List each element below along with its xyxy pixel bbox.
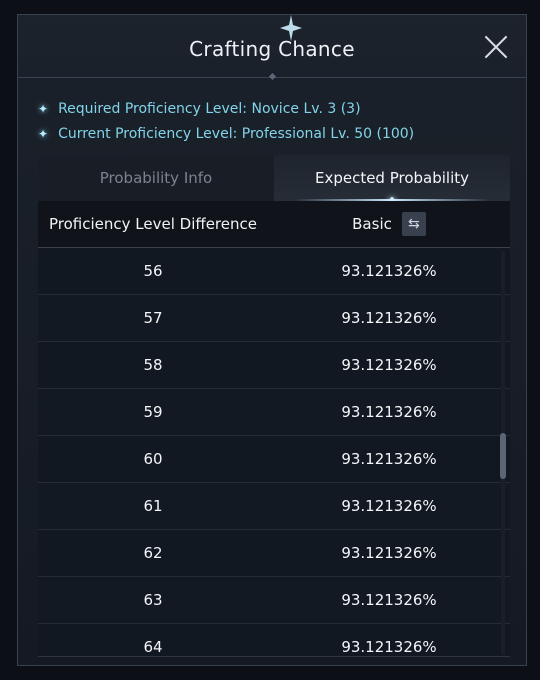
level-difference-cell: 57 (143, 309, 163, 327)
required-proficiency-line: ✦ Required Proficiency Level: Novice Lv.… (38, 101, 361, 117)
probability-cell: 93.121326% (341, 450, 437, 468)
tab-bar: Probability Info Expected Probability (38, 155, 510, 206)
table-header: Proficiency Level Difference Basic ⇆ (38, 201, 510, 248)
table-row: 59 93.121326% (38, 389, 510, 436)
column-header-basic: Basic ⇆ (268, 212, 510, 236)
probability-cell: 93.121326% (341, 497, 437, 515)
level-difference-cell: 59 (143, 403, 163, 421)
current-proficiency-line: ✦ Current Proficiency Level: Professiona… (38, 126, 414, 142)
level-difference-cell: 60 (143, 450, 163, 468)
crafting-chance-window: Crafting Chance ✦ Required Proficiency L… (17, 14, 527, 666)
table-body[interactable]: 56 93.121326% 57 93.121326% 58 93.121326… (38, 248, 510, 656)
table-bottom-border (38, 656, 510, 657)
tab-expected-probability-label: Expected Probability (314, 169, 470, 187)
required-proficiency-text: Required Proficiency Level: Novice Lv. 3… (58, 101, 361, 117)
window-header: Crafting Chance (18, 15, 526, 78)
column-header-difference: Proficiency Level Difference (49, 215, 257, 233)
column-header-basic-label: Basic (352, 215, 392, 233)
swap-icon[interactable]: ⇆ (401, 212, 426, 236)
probability-cell: 93.121326% (341, 544, 437, 562)
probability-cell: 93.121326% (341, 356, 437, 374)
tab-probability-info[interactable]: Probability Info (38, 155, 274, 201)
table-row: 58 93.121326% (38, 342, 510, 389)
table-row: 56 93.121326% (38, 248, 510, 295)
table-row: 62 93.121326% (38, 530, 510, 577)
level-difference-cell: 61 (143, 497, 163, 515)
scrollbar-thumb[interactable] (500, 433, 506, 479)
probability-cell: 93.121326% (341, 262, 437, 280)
window-title: Crafting Chance (189, 37, 355, 61)
star-bullet-icon: ✦ (38, 127, 49, 141)
table-row: 64 93.121326% (38, 624, 510, 656)
table-row: 60 93.121326% (38, 436, 510, 483)
close-icon[interactable] (484, 35, 508, 59)
probability-cell: 93.121326% (341, 403, 437, 421)
current-proficiency-text: Current Proficiency Level: Professional … (58, 126, 415, 142)
level-difference-cell: 58 (143, 356, 163, 374)
tab-expected-probability[interactable]: Expected Probability (274, 155, 510, 206)
probability-cell: 93.121326% (341, 591, 437, 609)
level-difference-cell: 64 (143, 638, 163, 656)
level-difference-cell: 62 (143, 544, 163, 562)
level-difference-cell: 56 (143, 262, 163, 280)
table-row: 57 93.121326% (38, 295, 510, 342)
table-row: 63 93.121326% (38, 577, 510, 624)
probability-cell: 93.121326% (341, 309, 437, 327)
level-difference-cell: 63 (143, 591, 163, 609)
star-bullet-icon: ✦ (38, 102, 49, 116)
table-row: 61 93.121326% (38, 483, 510, 530)
probability-cell: 93.121326% (341, 638, 437, 656)
